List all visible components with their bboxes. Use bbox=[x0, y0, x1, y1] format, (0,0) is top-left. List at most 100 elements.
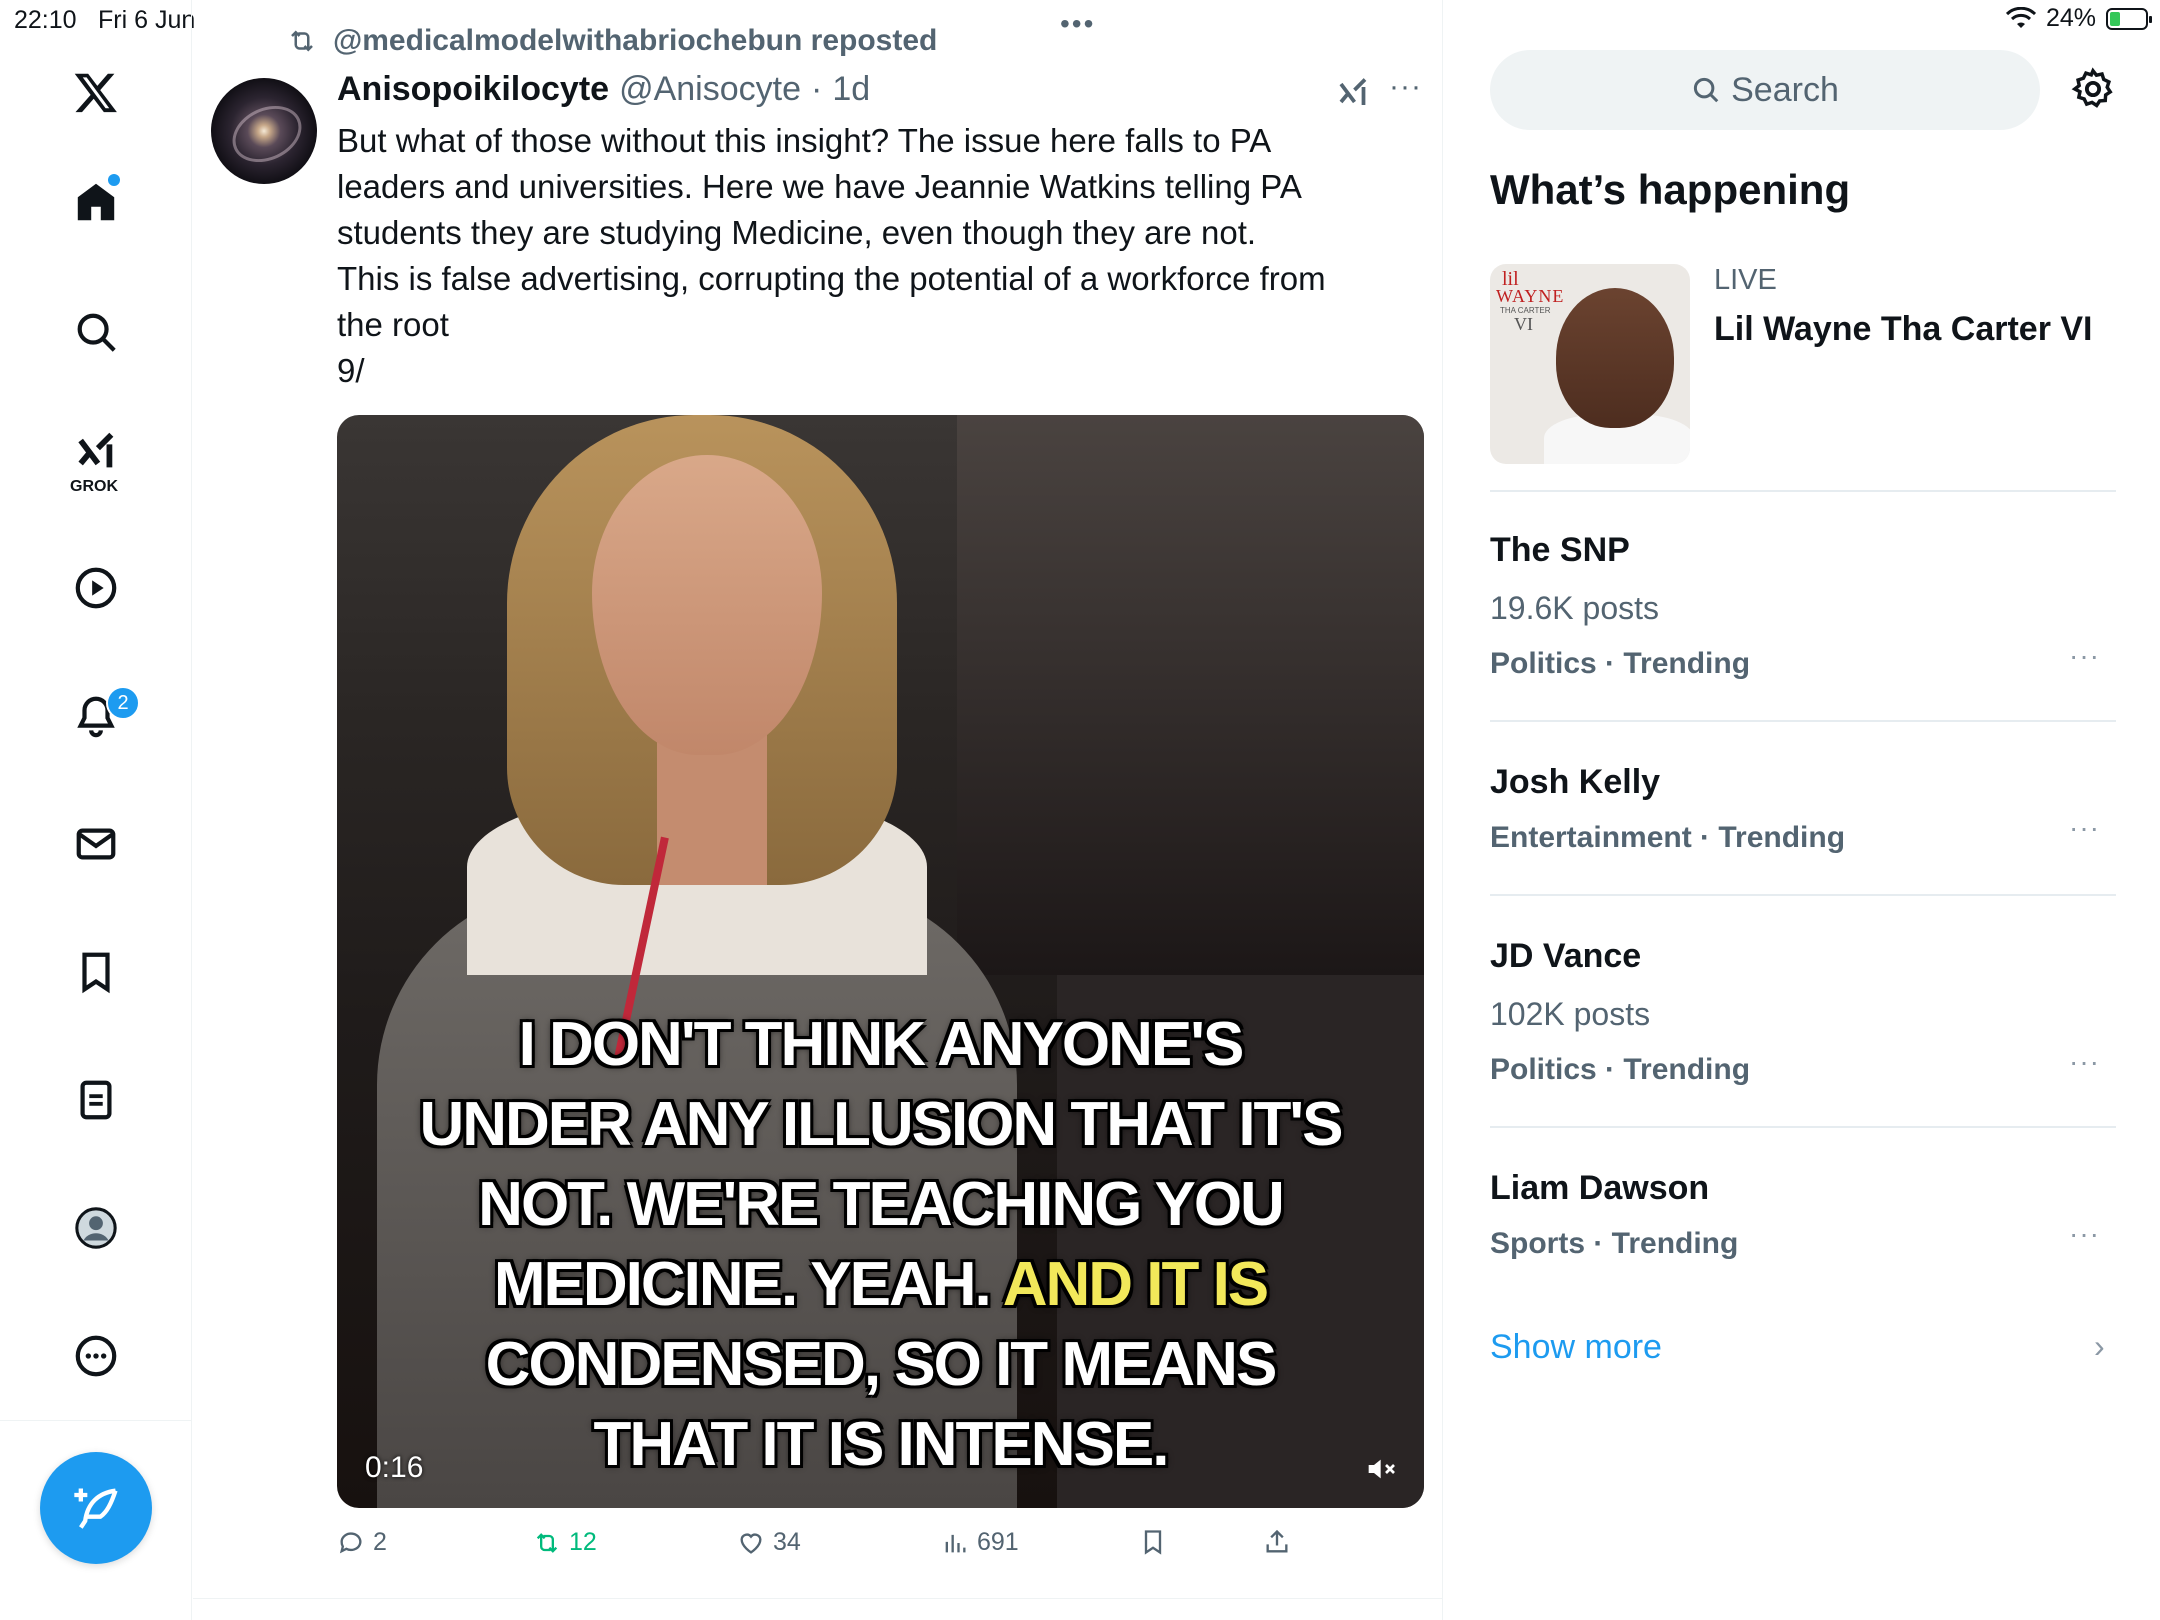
caption-line: MEDICINE. YEAH. AND IT IS bbox=[337, 1245, 1424, 1325]
trend-name: The SNP bbox=[1490, 531, 1630, 569]
live-label: LIVE bbox=[1714, 264, 1777, 296]
share-button[interactable] bbox=[1263, 1528, 1291, 1556]
caption-line: I DON'T THINK ANYONE'S bbox=[518, 1010, 1245, 1079]
home-unread-dot bbox=[108, 174, 120, 186]
heart-icon bbox=[740, 1532, 762, 1554]
repost-indicator[interactable]: @medicalmodelwithabriochebun reposted bbox=[285, 24, 937, 58]
grok-icon[interactable] bbox=[64, 420, 128, 484]
like-button[interactable]: 34 bbox=[737, 1528, 801, 1557]
status-right: 24% bbox=[2005, 4, 2152, 33]
caption-line-start: MEDICINE. YEAH. bbox=[493, 1250, 1003, 1319]
trend-name: Josh Kelly bbox=[1490, 763, 1661, 801]
search-placeholder: Search bbox=[1731, 70, 1839, 109]
live-event-card[interactable]: lil WAYNE THA CARTER VI LIVE Lil Wayne T… bbox=[1490, 264, 2110, 494]
timeline-column: @medicalmodelwithabriochebun reposted An… bbox=[193, 0, 1443, 1620]
trend-item[interactable]: JD Vance 102K posts Politics · Trending … bbox=[1490, 934, 2116, 1092]
trend-post-count: 102K posts bbox=[1490, 996, 1651, 1032]
tweet-text-line: the root bbox=[337, 306, 449, 343]
profile-avatar-icon[interactable] bbox=[64, 1196, 128, 1260]
tweet-more-button[interactable]: ··· bbox=[1389, 70, 1422, 104]
repost-icon bbox=[291, 30, 313, 52]
tweet-text-line: students they are studying Medicine, eve… bbox=[337, 214, 1257, 251]
tweet-time[interactable]: 1d bbox=[832, 70, 870, 109]
settings-gear-icon[interactable] bbox=[2070, 66, 2116, 112]
trend-divider bbox=[1490, 720, 2116, 722]
battery-percent: 24% bbox=[2045, 4, 2096, 32]
grok-explain-icon[interactable] bbox=[1335, 74, 1371, 112]
messages-mail-icon[interactable] bbox=[64, 812, 128, 876]
tweet-text-line: 9/ bbox=[337, 352, 365, 389]
trend-name: Liam Dawson bbox=[1490, 1169, 1710, 1207]
tweet-divider bbox=[193, 1598, 1443, 1599]
trend-divider bbox=[1490, 894, 2116, 896]
trend-post-count: 19.6K posts bbox=[1490, 590, 1659, 626]
album-art-text: WAYNE bbox=[1496, 286, 1565, 306]
show-more-link[interactable]: Show more bbox=[1490, 1328, 1662, 1367]
search-icon[interactable] bbox=[64, 300, 128, 364]
repost-icon bbox=[536, 1532, 558, 1553]
chevron-right-icon[interactable]: › bbox=[2094, 1328, 2105, 1365]
bookmark-button[interactable] bbox=[1139, 1528, 1167, 1556]
tweet-actions: 2 12 34 691 bbox=[337, 1528, 1437, 1568]
author-name[interactable]: Anisopoikilocyte bbox=[337, 70, 609, 109]
trend-divider bbox=[1490, 490, 2116, 492]
bookmarks-icon[interactable] bbox=[64, 940, 128, 1004]
caption-line: THAT IT IS INTENSE. bbox=[593, 1410, 1170, 1479]
views-button[interactable]: 691 bbox=[941, 1528, 1019, 1557]
author-avatar[interactable] bbox=[211, 78, 317, 184]
reply-count: 2 bbox=[373, 1528, 387, 1556]
reply-button[interactable]: 2 bbox=[337, 1528, 387, 1557]
caption-line: UNDER ANY ILLUSION THAT IT'S bbox=[419, 1090, 1343, 1159]
repost-count: 12 bbox=[569, 1528, 597, 1556]
trend-more-button[interactable]: ··· bbox=[2069, 1218, 2100, 1250]
feather-plus-icon bbox=[74, 1488, 118, 1529]
battery-icon bbox=[2106, 7, 2152, 30]
bookmark-icon bbox=[1144, 1530, 1162, 1555]
tweet-video[interactable]: I DON'T THINK ANYONE'S UNDER ANY ILLUSIO… bbox=[337, 415, 1424, 1508]
repost-by-text: @medicalmodelwithabriochebun reposted bbox=[333, 24, 938, 57]
reply-icon bbox=[339, 1531, 362, 1553]
caption-highlight: AND IT IS bbox=[1002, 1250, 1269, 1319]
like-count: 34 bbox=[773, 1528, 801, 1556]
trend-more-button[interactable]: ··· bbox=[2069, 812, 2100, 844]
tweet-text: But what of those without this insight? … bbox=[337, 118, 1367, 394]
whats-happening-title: What’s happening bbox=[1490, 166, 1851, 213]
trend-more-button[interactable]: ··· bbox=[2069, 1046, 2100, 1078]
views-count: 691 bbox=[977, 1528, 1019, 1556]
mute-icon[interactable] bbox=[1366, 1455, 1398, 1483]
caption-line: NOT. WE'RE TEACHING YOU bbox=[478, 1170, 1285, 1239]
trend-divider bbox=[1490, 1126, 2116, 1128]
video-play-icon[interactable] bbox=[64, 556, 128, 620]
x-logo-icon[interactable] bbox=[64, 60, 128, 124]
tweet-text-line: This is false advertising, corrupting th… bbox=[337, 260, 1326, 297]
grok-label: GROK bbox=[70, 478, 118, 495]
wifi-icon bbox=[2005, 6, 2036, 28]
trend-category: Entertainment · Trending bbox=[1490, 821, 1846, 854]
share-icon bbox=[1266, 1529, 1288, 1553]
trend-more-button[interactable]: ··· bbox=[2069, 640, 2100, 672]
tweet-header: Anisopoikilocyte @Anisocyte · 1d bbox=[337, 70, 870, 109]
trend-item[interactable]: Josh Kelly Entertainment · Trending ··· bbox=[1490, 760, 2116, 860]
live-title: Lil Wayne Tha Carter VI bbox=[1714, 310, 2093, 348]
album-art-text: VI bbox=[1514, 314, 1533, 334]
tweet-text-line: But what of those without this insight? … bbox=[337, 122, 1272, 159]
header-separator: · bbox=[810, 70, 823, 108]
trend-name: JD Vance bbox=[1490, 937, 1642, 975]
lists-icon[interactable] bbox=[64, 1068, 128, 1132]
search-input[interactable]: Search bbox=[1490, 50, 2040, 130]
trend-category: Sports · Trending bbox=[1490, 1227, 1739, 1260]
trend-category: Politics · Trending bbox=[1490, 1053, 1751, 1086]
compose-post-button[interactable] bbox=[40, 1452, 152, 1564]
search-icon bbox=[1694, 77, 1719, 103]
more-icon[interactable] bbox=[64, 1324, 128, 1388]
notifications-badge: 2 bbox=[106, 686, 140, 720]
album-art-image: lil WAYNE THA CARTER VI bbox=[1490, 264, 1690, 464]
trend-item[interactable]: The SNP 19.6K posts Politics · Trending … bbox=[1490, 528, 2116, 686]
trend-category: Politics · Trending bbox=[1490, 647, 1751, 680]
author-handle[interactable]: @Anisocyte bbox=[619, 70, 801, 109]
video-caption: I DON'T THINK ANYONE'S UNDER ANY ILLUSIO… bbox=[337, 1005, 1424, 1485]
views-chart-icon bbox=[945, 1534, 966, 1552]
video-timestamp: 0:16 bbox=[365, 1451, 424, 1484]
repost-button[interactable]: 12 bbox=[533, 1528, 597, 1557]
trend-item[interactable]: Liam Dawson Sports · Trending ··· bbox=[1490, 1166, 2116, 1266]
